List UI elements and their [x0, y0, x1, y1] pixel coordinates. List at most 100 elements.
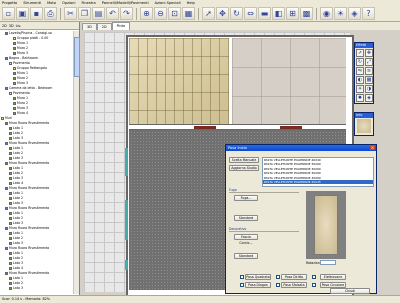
tree-header-tab[interactable]: 2D	[2, 24, 7, 28]
help-icon[interactable]: ?	[362, 7, 375, 20]
window[interactable]	[125, 260, 128, 270]
cut-icon[interactable]: ✂	[64, 7, 77, 20]
tree-node-icon	[13, 102, 16, 105]
circular-checkbox[interactable]	[312, 283, 316, 287]
tree-header: 2D 3D Liv.	[0, 22, 79, 30]
fit-icon[interactable]: ⊡	[168, 7, 181, 20]
copy-icon[interactable]: ❐	[78, 7, 91, 20]
sun-icon[interactable]: ✹	[356, 94, 364, 102]
tree-node-icon	[9, 177, 12, 180]
tree-node-icon	[9, 167, 12, 170]
diagonal-checkbox[interactable]	[240, 283, 244, 287]
door-icon[interactable]: ◧	[272, 7, 285, 20]
tree-item[interactable]: Lato 3	[0, 286, 73, 291]
tree-node-icon	[9, 287, 12, 290]
texture-icon[interactable]: ▩	[365, 76, 373, 84]
diritto-checkbox[interactable]	[276, 275, 280, 279]
light-icon[interactable]: ☀	[356, 85, 364, 93]
manual-selection-button[interactable]: Scelta Manuale	[229, 157, 259, 163]
tree-node-icon	[9, 202, 12, 205]
toolbar-separator	[316, 7, 317, 20]
camera-icon[interactable]: ◈	[348, 7, 361, 20]
tree-node-icon	[13, 47, 16, 50]
close-icon[interactable]: ×	[370, 145, 375, 150]
standard-button[interactable]: Standard	[234, 215, 258, 221]
diritto-button[interactable]: Posa Diritto	[281, 274, 307, 280]
color-icon[interactable]: ◐	[356, 76, 364, 84]
rotation-input[interactable]	[320, 260, 336, 265]
tree-header-tab[interactable]: Liv.	[16, 24, 22, 28]
rotate-icon[interactable]: ↻	[230, 7, 243, 20]
tile-icon[interactable]: ▩	[300, 7, 313, 20]
scrollbar-thumb[interactable]	[74, 37, 80, 77]
staggered-lay-button[interactable]: Posa Sfalsata	[281, 282, 307, 288]
group-divider	[229, 192, 299, 193]
window[interactable]	[125, 200, 128, 240]
new-icon[interactable]: ▫	[2, 7, 15, 20]
save-icon[interactable]: ▪	[30, 7, 43, 20]
electric-button[interactable]: Elettrovane	[320, 274, 346, 280]
measure-icon[interactable]: ⇔	[244, 7, 257, 20]
move-icon[interactable]: ✥	[365, 49, 373, 57]
door[interactable]	[280, 126, 302, 129]
diagonal-lay-button[interactable]: Posa Diagon	[245, 282, 271, 288]
zoom-in-icon[interactable]: ⊕	[140, 7, 153, 20]
effects-palette: Effetti ➚ ✥ ↻ ⤢ ⇋ ≡ ◐ ▩ ☀ ◑ ✹ ◈	[354, 42, 374, 104]
tab-2d[interactable]: 2D	[96, 23, 112, 30]
straight-lay-checkbox[interactable]	[240, 275, 244, 279]
scale-icon[interactable]: ⤢	[365, 58, 373, 66]
move-icon[interactable]: ✥	[216, 7, 229, 20]
group-divider	[229, 231, 299, 232]
shadow-icon[interactable]: ◑	[365, 85, 373, 93]
paste-icon[interactable]: ▤	[92, 7, 105, 20]
tab-pinta[interactable]: Pinta	[111, 22, 131, 30]
tree-node-icon	[9, 217, 12, 220]
dialog-title: Posa Inizio	[228, 146, 247, 150]
light-icon[interactable]: ☀	[334, 7, 347, 20]
grout-button[interactable]: Fuga...	[234, 195, 258, 201]
undo-icon[interactable]: ↶	[106, 7, 119, 20]
project-tree-panel: 2D 3D Liv. Lavello/Piscina - Consigl.so G…	[0, 22, 80, 295]
standard-button[interactable]: Standard	[234, 253, 258, 259]
tree-node-icon	[9, 132, 12, 135]
rotate-icon[interactable]: ↻	[356, 58, 364, 66]
tree-node-icon	[5, 162, 8, 165]
window-icon[interactable]: ⊞	[286, 7, 299, 20]
window[interactable]	[125, 148, 128, 176]
tree-node-icon	[9, 152, 12, 155]
door[interactable]	[194, 126, 216, 129]
tile-dialog: Posa Inizio × Scelta Manuale Aggiorna St…	[225, 144, 377, 294]
tree-node-icon	[5, 207, 8, 210]
staggered-checkbox[interactable]	[276, 283, 280, 287]
update-study-button[interactable]: Aggiorna Studio	[229, 165, 259, 171]
align-icon[interactable]: ≡	[365, 67, 373, 75]
frieze-button[interactable]: Fascia Cornic...	[234, 234, 258, 245]
select-icon[interactable]: ➚	[356, 49, 364, 57]
tree-node-icon	[9, 197, 12, 200]
select-icon[interactable]: ➚	[202, 7, 215, 20]
print-icon[interactable]: ⎙	[44, 7, 57, 20]
tab-3d[interactable]: 3D	[82, 23, 97, 30]
tree-node-icon	[5, 227, 8, 230]
tree-node-icon	[9, 257, 12, 260]
tree-header-tab[interactable]: 3D	[9, 24, 14, 28]
tile-list-item[interactable]: PASTA VELLETIANTE POLIERNOE 45X45	[263, 179, 373, 185]
tree-node-icon	[9, 262, 12, 265]
mirror-icon[interactable]: ⇋	[356, 67, 364, 75]
open-icon[interactable]: ▣	[16, 7, 29, 20]
wall-icon[interactable]: ▬	[258, 7, 271, 20]
tree-node-icon	[9, 62, 12, 65]
close-button[interactable]: Chiudi	[330, 288, 370, 294]
straight-lay-button[interactable]: Posa Quadrato	[245, 274, 271, 280]
tile-list[interactable]: PASTA VELLETIANTE POLIERNOE 40X40 PASTA V…	[262, 157, 374, 187]
tree-scrollbar[interactable]	[73, 31, 80, 294]
render-icon[interactable]: ◉	[320, 7, 333, 20]
grid-icon[interactable]: ▦	[182, 7, 195, 20]
zoom-out-icon[interactable]: ⊖	[154, 7, 167, 20]
tree-node-icon	[9, 137, 12, 140]
electric-checkbox[interactable]	[312, 275, 316, 279]
camera-icon[interactable]: ◈	[365, 94, 373, 102]
toolbar-separator	[136, 7, 137, 20]
redo-icon[interactable]: ↷	[120, 7, 133, 20]
info-panel: Info	[354, 112, 374, 136]
